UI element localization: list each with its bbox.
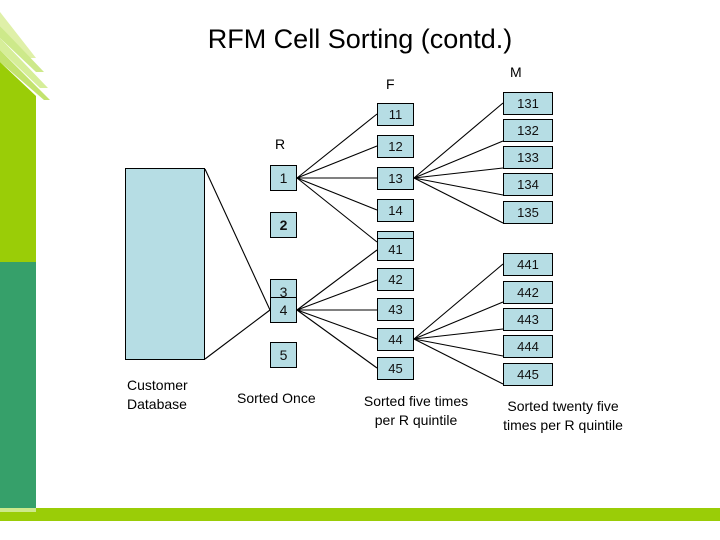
m-node-133[interactable]: 133 xyxy=(503,146,553,169)
f-node-41[interactable]: 41 xyxy=(377,238,414,261)
connector-f44-m444 xyxy=(413,338,504,357)
column-label-m: M xyxy=(510,64,522,80)
connector-r1-f14 xyxy=(296,177,378,211)
connector-r4-f41 xyxy=(296,249,378,311)
column-label-r: R xyxy=(275,136,286,152)
r-node-1[interactable]: 1 xyxy=(270,165,297,191)
caption-sorted-twentyfive-line2: times per R quintile xyxy=(503,416,623,433)
m-node-442[interactable]: 442 xyxy=(503,281,553,304)
m-node-132[interactable]: 132 xyxy=(503,119,553,142)
caption-sorted-once: Sorted Once xyxy=(237,390,316,406)
connector-r1-f12 xyxy=(296,145,378,179)
slide-canvas: RFM Cell Sorting (contd.) R F M 1 2 3 4 … xyxy=(0,0,720,540)
caption-sorted-twentyfive-times: Sorted twenty five times per R quintile xyxy=(487,397,639,435)
connector-f13-m131 xyxy=(413,102,504,179)
m-node-135[interactable]: 135 xyxy=(503,201,553,224)
m-node-441[interactable]: 441 xyxy=(503,253,553,276)
r-node-2[interactable]: 2 xyxy=(270,212,297,238)
f-node-14[interactable]: 14 xyxy=(377,199,414,222)
m-node-134[interactable]: 134 xyxy=(503,173,553,196)
connector-f44-m441 xyxy=(413,263,504,340)
f-node-42[interactable]: 42 xyxy=(377,268,414,291)
caption-customer-database-line2: Database xyxy=(127,395,187,412)
f-node-43[interactable]: 43 xyxy=(377,298,414,321)
diagram-connectors xyxy=(204,102,504,385)
column-label-f: F xyxy=(386,76,395,92)
f-node-12[interactable]: 12 xyxy=(377,135,414,158)
f-node-45[interactable]: 45 xyxy=(377,357,414,380)
connector-r4-f42 xyxy=(296,279,378,311)
connector-db-to-r4-bottom xyxy=(204,309,271,360)
customer-database-box xyxy=(125,168,205,360)
m-node-131[interactable]: 131 xyxy=(503,92,553,115)
caption-customer-database-line1: Customer xyxy=(127,377,188,393)
connector-f13-m135 xyxy=(413,177,504,224)
r-node-4[interactable]: 4 xyxy=(270,297,297,323)
f-node-13[interactable]: 13 xyxy=(377,167,414,190)
connector-r1-f11 xyxy=(296,113,378,179)
f-node-44[interactable]: 44 xyxy=(377,328,414,351)
connector-f44-m445 xyxy=(413,338,504,385)
connector-r4-f45 xyxy=(296,309,378,369)
m-node-443[interactable]: 443 xyxy=(503,308,553,331)
connector-f13-m134 xyxy=(413,177,504,196)
connector-db-to-r4-top xyxy=(204,168,271,311)
caption-sorted-twentyfive-line1: Sorted twenty five xyxy=(507,398,619,414)
connector-r1-f15 xyxy=(296,177,378,243)
caption-sorted-five-times: Sorted five times per R quintile xyxy=(352,392,480,430)
f-node-11[interactable]: 11 xyxy=(377,103,414,126)
caption-sorted-five-line2: per R quintile xyxy=(374,411,458,428)
m-node-444[interactable]: 444 xyxy=(503,335,553,358)
r-node-5[interactable]: 5 xyxy=(270,342,297,368)
connector-r4-f44 xyxy=(296,309,378,340)
caption-customer-database: Customer Database xyxy=(127,376,188,414)
m-node-445[interactable]: 445 xyxy=(503,363,553,386)
caption-sorted-five-line1: Sorted five times xyxy=(363,393,469,409)
